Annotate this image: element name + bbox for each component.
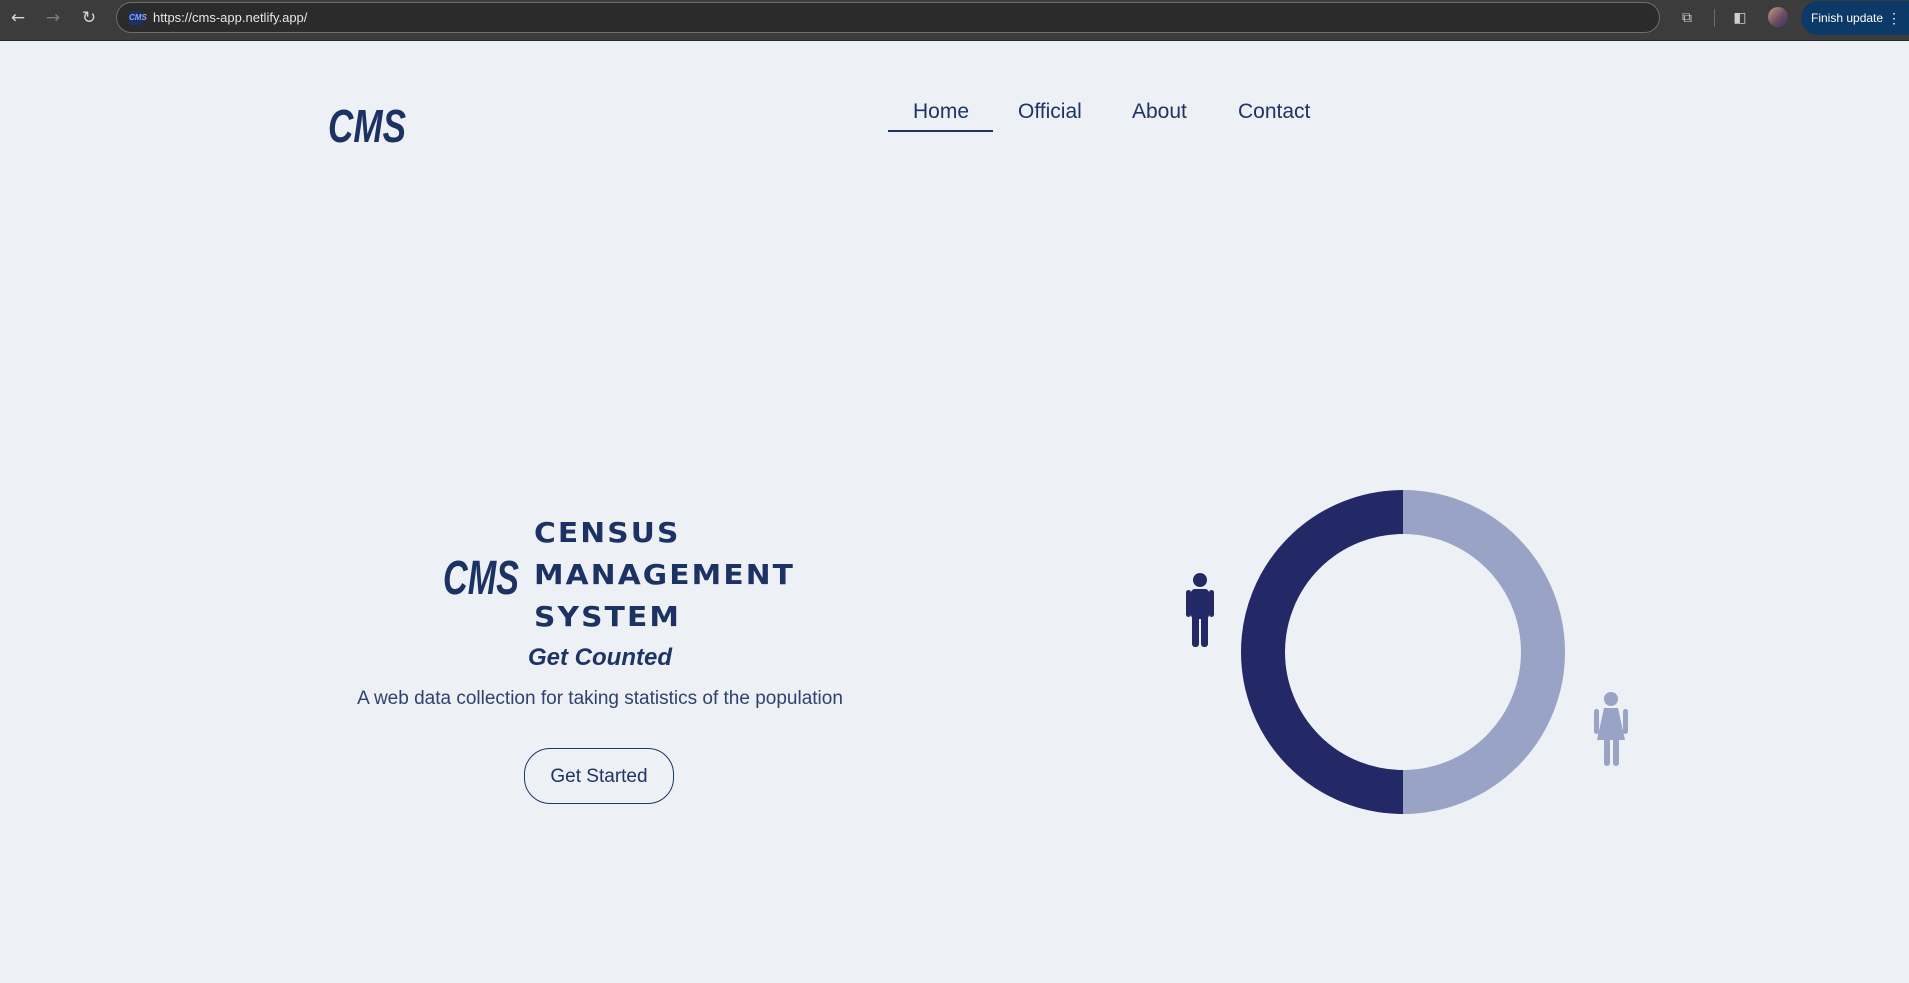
nav-official[interactable]: Official — [1018, 100, 1082, 124]
header-logo[interactable]: CMS — [326, 96, 412, 154]
more-menu-icon[interactable]: ⋮ — [1887, 1, 1901, 35]
get-started-button[interactable]: Get Started — [524, 748, 674, 804]
url-text[interactable]: https://cms-app.netlify.app/ — [153, 10, 307, 25]
donut-segment-male — [1241, 490, 1404, 814]
hero-title-line-1: CENSUS — [534, 516, 681, 549]
profile-avatar[interactable] — [1768, 7, 1788, 27]
finish-update-button[interactable]: Finish update ⋮ — [1801, 1, 1909, 35]
site-favicon-icon: CMS — [129, 11, 147, 25]
side-panel-icon[interactable]: ◧ — [1731, 9, 1749, 27]
nav-about[interactable]: About — [1132, 100, 1187, 124]
back-icon[interactable]: ← — [6, 6, 30, 30]
browser-toolbar: ← → ↻ CMS https://cms-app.netlify.app/ ⧉… — [0, 0, 1909, 41]
male-person-icon — [1186, 573, 1214, 647]
address-bar[interactable]: CMS https://cms-app.netlify.app/ — [116, 2, 1660, 33]
reload-icon[interactable]: ↻ — [77, 6, 101, 30]
hero-tagline: Get Counted — [528, 644, 672, 671]
hero-logo: CMS — [443, 552, 519, 604]
hero-title-line-3: SYSTEM — [534, 600, 682, 633]
nav-contact[interactable]: Contact — [1238, 100, 1310, 124]
hero-title: CENSUS MANAGEMENT SYSTEM — [534, 512, 804, 638]
female-person-icon — [1594, 692, 1628, 766]
donut-segment-female — [1402, 490, 1565, 814]
nav-home[interactable]: Home — [913, 100, 969, 124]
hero-title-line-2: MANAGEMENT — [534, 558, 796, 591]
logo-text: CMS — [328, 100, 406, 152]
forward-icon[interactable]: → — [41, 6, 65, 30]
extensions-icon[interactable]: ⧉ — [1678, 9, 1696, 27]
hero-description: A web data collection for taking statist… — [357, 688, 843, 709]
hero-logo-text: CMS — [443, 552, 519, 604]
finish-update-label: Finish update — [1811, 11, 1884, 25]
active-nav-indicator — [888, 130, 993, 132]
toolbar-divider — [1714, 9, 1715, 27]
population-donut — [1241, 490, 1565, 814]
